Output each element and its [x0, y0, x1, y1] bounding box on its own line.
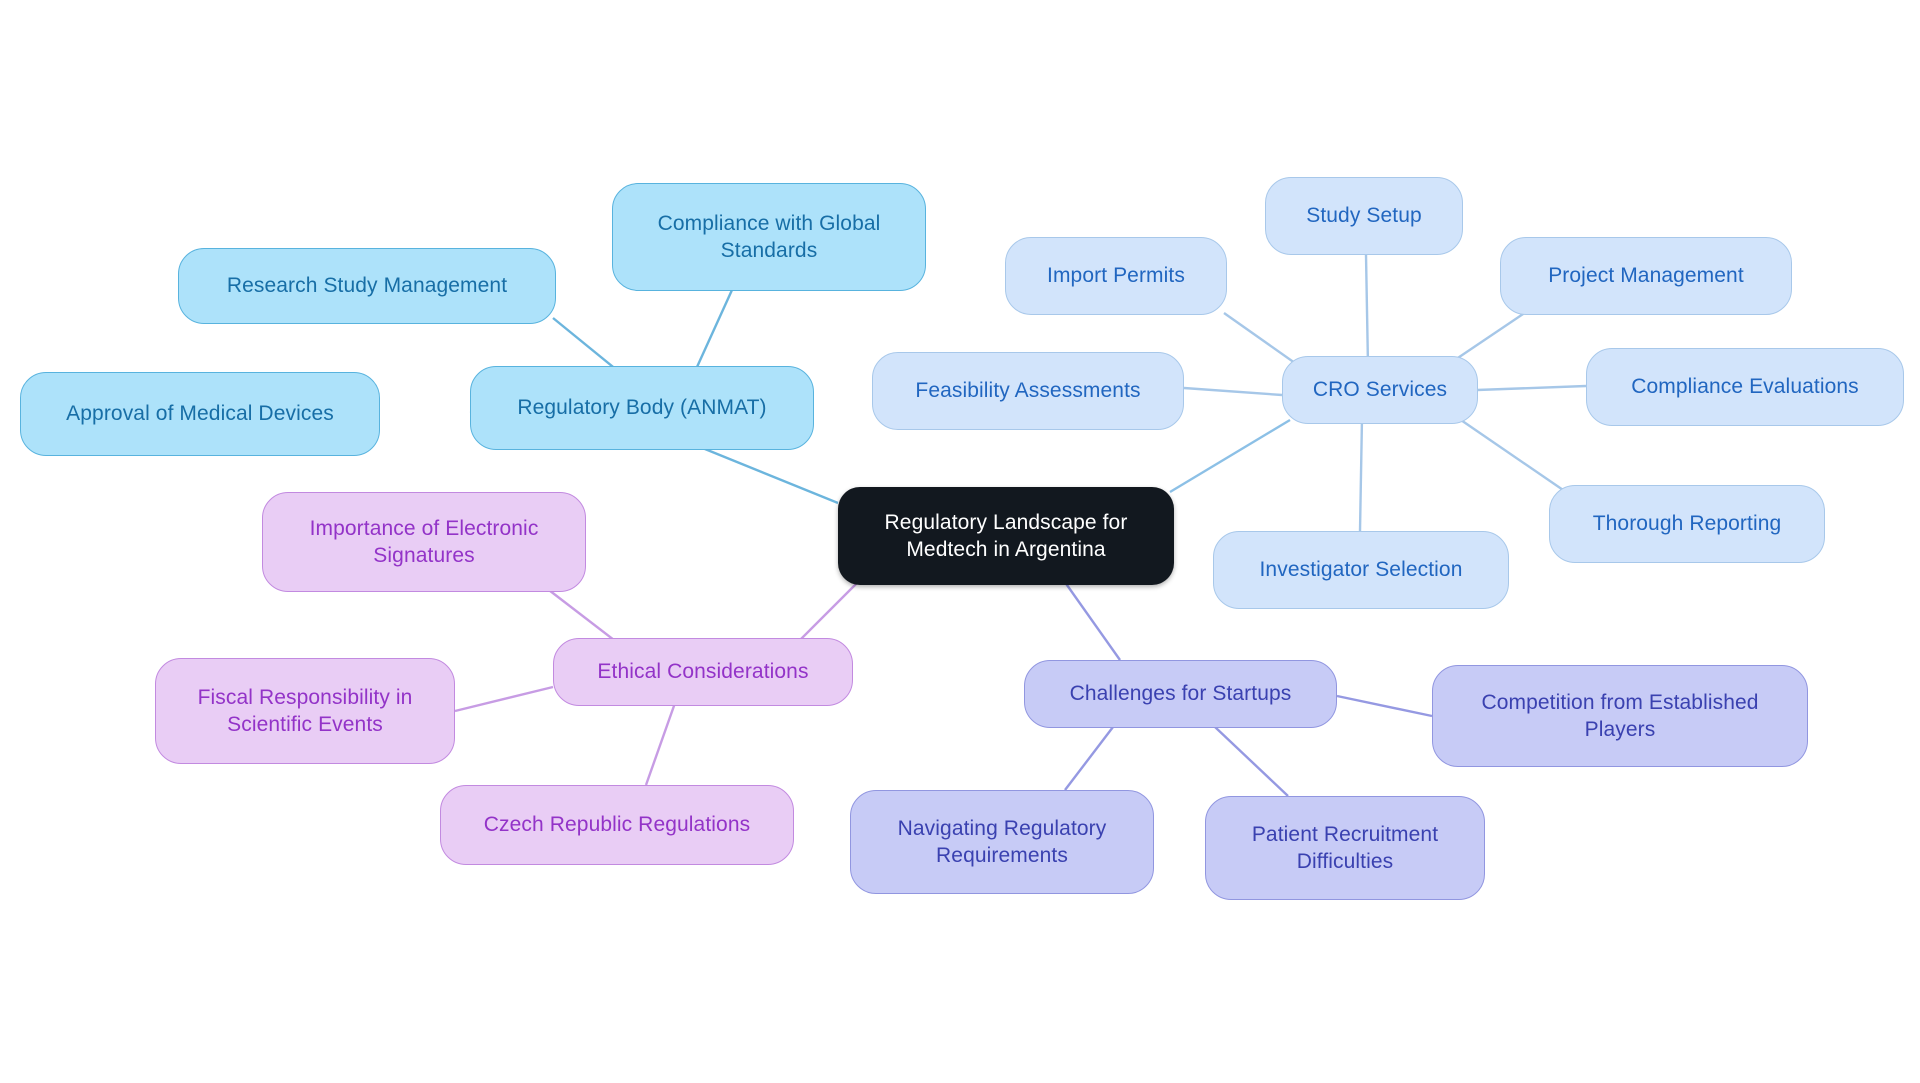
node-navigating-regulatory-requirements-label: Navigating Regulatory Requirements — [897, 816, 1107, 867]
edge-cro-compliance-evaluations — [1476, 384, 1587, 392]
edge-challenges-competition — [1336, 694, 1433, 718]
node-research-study-management[interactable]: Research Study Management — [178, 248, 556, 324]
node-fiscal-responsibility-label: Fiscal Responsibility in Scientific Even… — [197, 685, 413, 736]
edge-root-challenges-for-startups — [1061, 577, 1121, 661]
edge-challenges-navigating — [1064, 726, 1114, 791]
node-root-label: Regulatory Landscape for Medtech in Arge… — [884, 510, 1128, 561]
node-investigator-selection[interactable]: Investigator Selection — [1213, 531, 1509, 609]
edge-cro-thorough-reporting — [1457, 417, 1567, 493]
node-study-setup[interactable]: Study Setup — [1265, 177, 1463, 255]
node-approval-of-medical-devices[interactable]: Approval of Medical Devices — [20, 372, 380, 456]
node-challenges-for-startups[interactable]: Challenges for Startups — [1024, 660, 1337, 728]
node-patient-recruitment-difficulties[interactable]: Patient Recruitment Difficulties — [1205, 796, 1485, 900]
node-project-management[interactable]: Project Management — [1500, 237, 1792, 315]
edge-cro-investigator-selection — [1358, 417, 1364, 532]
node-regulatory-body-label: Regulatory Body (ANMAT) — [517, 396, 767, 420]
node-project-management-label: Project Management — [1548, 264, 1744, 288]
edge-cro-import-permits — [1223, 312, 1303, 369]
node-czech-republic-regulations[interactable]: Czech Republic Regulations — [440, 785, 794, 865]
node-cro-services[interactable]: CRO Services — [1282, 356, 1478, 424]
node-approval-of-medical-devices-label: Approval of Medical Devices — [66, 402, 334, 426]
edge-ethical-czech-republic — [644, 702, 677, 786]
node-compliance-with-global-standards[interactable]: Compliance with Global Standards — [612, 183, 926, 291]
node-ethical-considerations[interactable]: Ethical Considerations — [553, 638, 853, 706]
node-import-permits-label: Import Permits — [1047, 264, 1185, 288]
node-navigating-regulatory-requirements[interactable]: Navigating Regulatory Requirements — [850, 790, 1154, 894]
node-fiscal-responsibility[interactable]: Fiscal Responsibility in Scientific Even… — [155, 658, 455, 764]
edge-anmat-compliance-global — [690, 289, 734, 379]
node-ethical-considerations-label: Ethical Considerations — [597, 660, 809, 684]
node-import-permits[interactable]: Import Permits — [1005, 237, 1227, 315]
node-study-setup-label: Study Setup — [1306, 204, 1422, 228]
node-czech-republic-regulations-label: Czech Republic Regulations — [483, 813, 751, 837]
node-compliance-with-global-standards-label: Compliance with Global Standards — [657, 211, 881, 262]
node-competition-from-established-players[interactable]: Competition from Established Players — [1432, 665, 1808, 767]
node-challenges-for-startups-label: Challenges for Startups — [1069, 682, 1292, 706]
node-thorough-reporting-label: Thorough Reporting — [1592, 512, 1782, 536]
node-patient-recruitment-difficulties-label: Patient Recruitment Difficulties — [1251, 822, 1439, 873]
edge-ethical-fiscal-responsibility — [454, 685, 554, 713]
node-competition-from-established-players-label: Competition from Established Players — [1481, 690, 1759, 741]
node-importance-of-electronic-signatures-label: Importance of Electronic Signatures — [309, 516, 539, 567]
node-investigator-selection-label: Investigator Selection — [1259, 558, 1463, 582]
node-research-study-management-label: Research Study Management — [226, 274, 508, 298]
node-regulatory-body[interactable]: Regulatory Body (ANMAT) — [470, 366, 814, 450]
node-feasibility-assessments[interactable]: Feasibility Assessments — [872, 352, 1184, 430]
edge-cro-feasibility — [1183, 386, 1283, 397]
node-compliance-evaluations[interactable]: Compliance Evaluations — [1586, 348, 1904, 426]
node-importance-of-electronic-signatures[interactable]: Importance of Electronic Signatures — [262, 492, 586, 592]
node-root[interactable]: Regulatory Landscape for Medtech in Arge… — [838, 487, 1174, 585]
node-compliance-evaluations-label: Compliance Evaluations — [1631, 375, 1859, 399]
edge-challenges-patient-recruitment — [1214, 726, 1289, 797]
mindmap-canvas: Regulatory Landscape for Medtech in Arge… — [0, 0, 1920, 1083]
node-cro-services-label: CRO Services — [1312, 378, 1448, 402]
edge-root-cro-services — [1169, 418, 1291, 494]
edge-cro-study-setup — [1364, 254, 1370, 367]
node-feasibility-assessments-label: Feasibility Assessments — [915, 379, 1141, 403]
edge-root-regulatory-body — [699, 445, 839, 505]
node-thorough-reporting[interactable]: Thorough Reporting — [1549, 485, 1825, 563]
